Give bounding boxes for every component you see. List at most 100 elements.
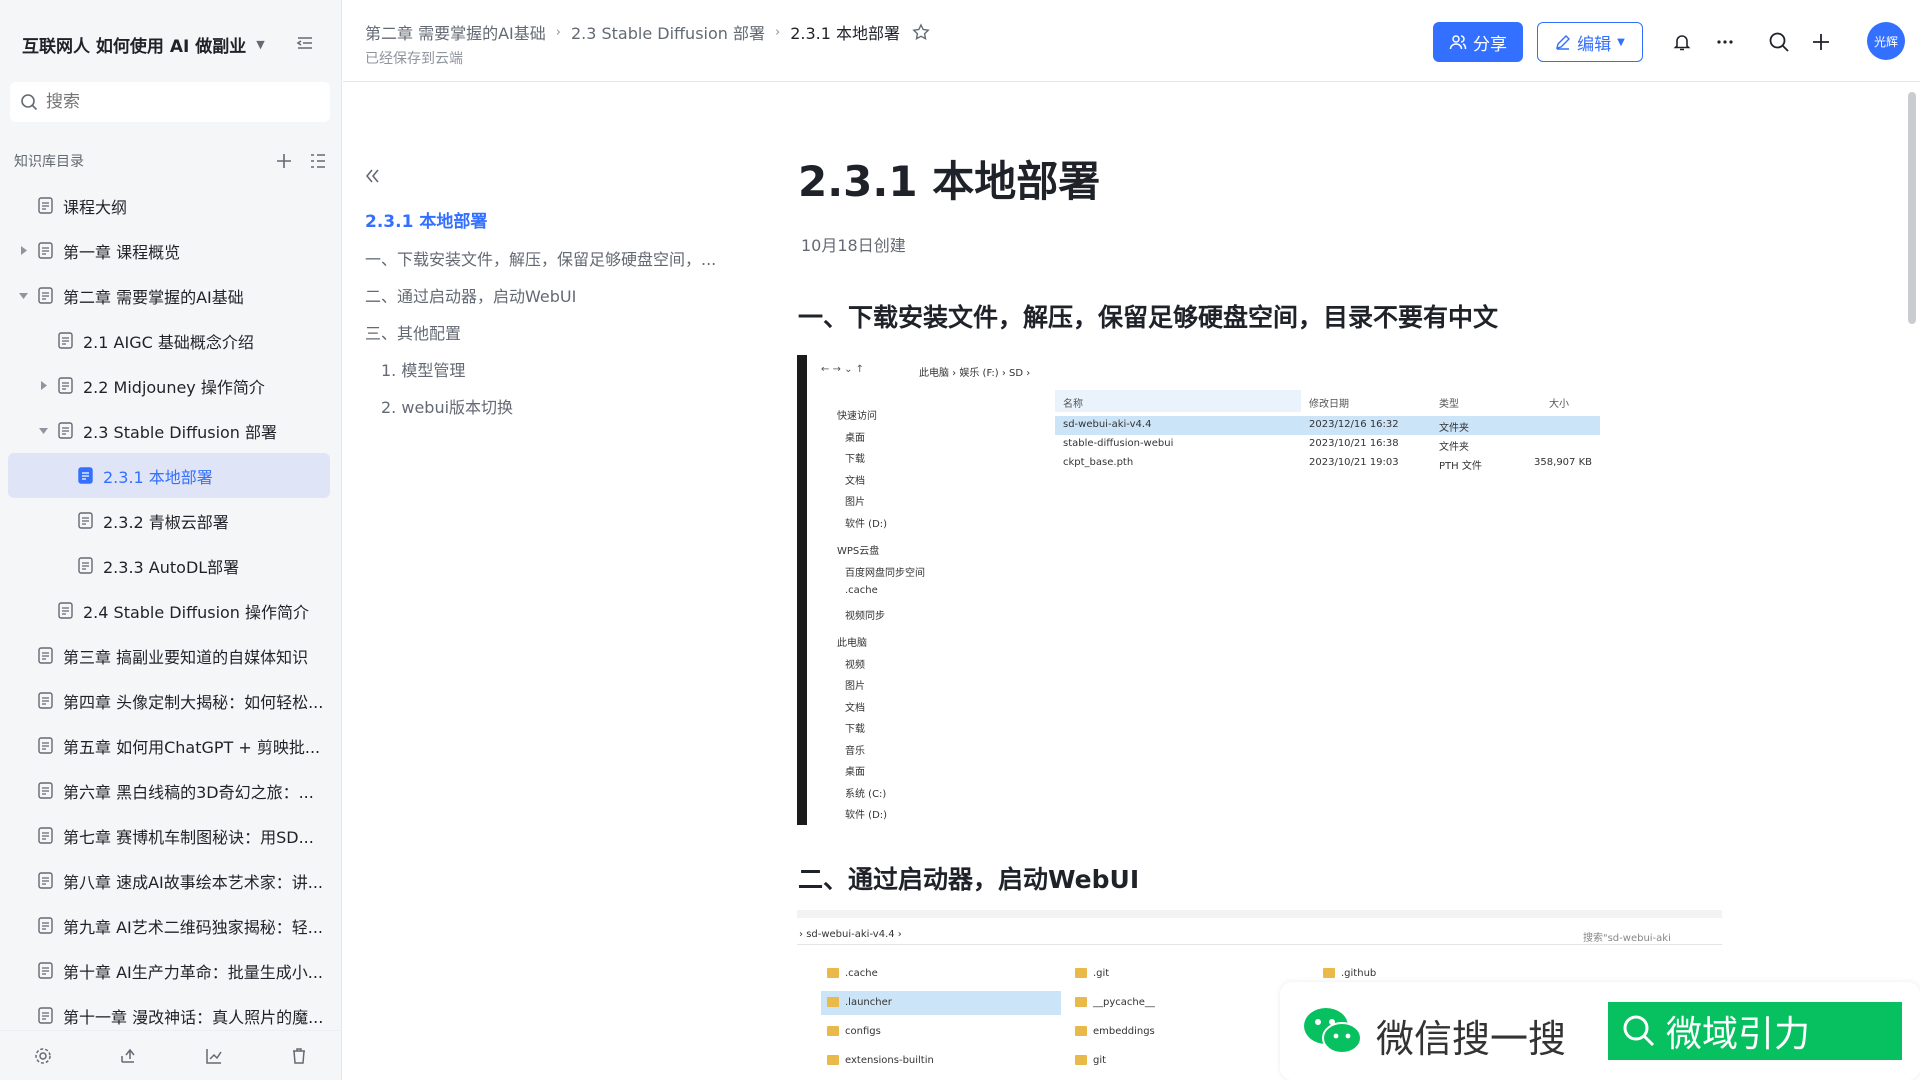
scrollbar[interactable]: [1908, 92, 1916, 324]
nav-pane-item[interactable]: 系统 (C:): [845, 785, 886, 800]
toc-item[interactable]: 二、通过启动器，启动WebUI: [365, 278, 725, 315]
sidebar-item[interactable]: 课程大纲: [8, 183, 330, 228]
nav-pane-item[interactable]: 文档: [845, 699, 865, 714]
column-header: 类型: [1439, 399, 1459, 410]
edit-button[interactable]: 编辑 ▼: [1537, 22, 1643, 62]
sidebar-item[interactable]: 2.3 Stable Diffusion 部署: [8, 408, 330, 453]
search-box[interactable]: [10, 82, 330, 122]
sidebar-item[interactable]: 2.3.3 AutoDL部署: [8, 543, 330, 588]
nav-pane-item[interactable]: 下载: [845, 720, 865, 735]
toc-item[interactable]: 2. webui版本切换: [365, 389, 725, 426]
file-name[interactable]: stable-diffusion-webui: [1063, 438, 1173, 449]
avatar[interactable]: 光辉: [1867, 22, 1905, 60]
nav-pane-item[interactable]: 软件 (D:): [845, 806, 887, 821]
table-of-contents: 2.3.1 本地部署 一、下载安装文件，解压，保留足够硬盘空间，... 二、通过启动…: [365, 204, 725, 426]
sidebar-item[interactable]: 第二章 需要掌握的AI基础: [8, 273, 330, 318]
share-out-icon[interactable]: [119, 1047, 137, 1065]
breadcrumb-item[interactable]: 第二章 需要掌握的AI基础: [365, 20, 546, 44]
knowledge-base-header[interactable]: 互联网人 如何使用 AI 做副业 ▼: [22, 30, 325, 58]
ribbon-strip: [797, 910, 1722, 918]
document-icon: [38, 242, 53, 259]
search-icon[interactable]: [1766, 29, 1792, 55]
explorer-search: 搜索"sd-webui-aki: [1583, 933, 1671, 944]
toc-item[interactable]: 1. 模型管理: [365, 352, 725, 389]
nav-pane-item[interactable]: 视频同步: [845, 607, 885, 622]
toc-item[interactable]: 一、下载安装文件，解压，保留足够硬盘空间，...: [365, 241, 725, 278]
nav-pane-item[interactable]: 此电脑: [837, 634, 867, 649]
search-input[interactable]: [46, 92, 306, 112]
breadcrumb-item[interactable]: 2.3 Stable Diffusion 部署: [571, 20, 765, 44]
sidebar-item[interactable]: 第十章 AI生产力革命：批量生成小...: [8, 948, 330, 993]
chevron-down-icon[interactable]: ▼: [256, 38, 264, 51]
add-icon[interactable]: [275, 152, 293, 170]
heading-section-1: 一、下载安装文件，解压，保留足够硬盘空间，目录不要有中文: [798, 303, 1499, 332]
folder-item[interactable]: configs: [827, 1026, 881, 1037]
document-icon: [38, 1007, 53, 1024]
caret-right-icon[interactable]: [38, 381, 48, 391]
share-button[interactable]: 分享: [1433, 22, 1523, 62]
sidebar-item[interactable]: 2.1 AIGC 基础概念介绍: [8, 318, 330, 363]
folder-item[interactable]: .github: [1323, 968, 1376, 979]
nav-pane-item[interactable]: 桌面: [845, 763, 865, 778]
plus-icon[interactable]: [1808, 29, 1834, 55]
sidebar-item[interactable]: 第八章 速成AI故事绘本艺术家：讲...: [8, 858, 330, 903]
bell-icon[interactable]: [1669, 29, 1695, 55]
sidebar-item[interactable]: 第四章 头像定制大揭秘：如何轻松...: [8, 678, 330, 723]
file-type: PTH 文件: [1439, 461, 1482, 472]
sidebar-item[interactable]: 2.2 Midjouney 操作简介: [8, 363, 330, 408]
nav-pane-item[interactable]: 软件 (D:): [845, 515, 887, 530]
analytics-icon[interactable]: [205, 1047, 223, 1065]
sidebar-item[interactable]: 2.3.1 本地部署: [8, 453, 330, 498]
sidebar-item[interactable]: 第六章 黑白线稿的3D奇幻之旅：...: [8, 768, 330, 813]
caret-down-icon[interactable]: [18, 291, 28, 301]
sidebar-item[interactable]: 第三章 搞副业要知道的自媒体知识: [8, 633, 330, 678]
folder-item[interactable]: embeddings: [1075, 1026, 1155, 1037]
star-icon[interactable]: [912, 23, 930, 41]
file-name[interactable]: sd-webui-aki-v4.4: [1063, 419, 1151, 430]
document-icon: [58, 377, 73, 394]
sidebar-item[interactable]: 2.3.2 青椒云部署: [8, 498, 330, 543]
nav-pane-item[interactable]: WPS云盘: [837, 542, 879, 557]
list-view-icon[interactable]: [309, 152, 327, 170]
sidebar-item[interactable]: 第一章 课程概览: [8, 228, 330, 273]
document-icon: [38, 827, 53, 844]
nav-pane-item[interactable]: 百度网盘同步空间: [845, 564, 925, 579]
folder-item[interactable]: extensions-builtin: [827, 1055, 934, 1066]
edit-label: 编辑: [1577, 34, 1612, 55]
folder-item[interactable]: git: [1075, 1055, 1106, 1066]
collapse-toc-icon[interactable]: [362, 166, 384, 188]
nav-pane-item[interactable]: 下载: [845, 450, 865, 465]
sidebar-item[interactable]: 第七章 赛博机车制图秘诀：用SD...: [8, 813, 330, 858]
nav-pane-item[interactable]: 图片: [845, 677, 865, 692]
sidebar-item[interactable]: 2.4 Stable Diffusion 操作简介: [8, 588, 330, 633]
collapse-sidebar-icon[interactable]: [295, 33, 317, 55]
file-date: 2023/10/21 19:03: [1309, 457, 1399, 468]
more-icon[interactable]: [1712, 29, 1738, 55]
folder-item[interactable]: .launcher: [827, 997, 892, 1008]
path-segment: sd-webui-aki-v4.4: [806, 929, 895, 940]
nav-pane-item[interactable]: 桌面: [845, 429, 865, 444]
sidebar-item-label: 2.4 Stable Diffusion 操作简介: [83, 602, 310, 622]
page-title: 2.3.1 本地部署: [798, 157, 1101, 206]
nav-pane-item[interactable]: .cache: [845, 585, 878, 596]
folder-item[interactable]: .cache: [827, 968, 878, 979]
nav-pane-item[interactable]: 视频: [845, 656, 865, 671]
nav-pane-item[interactable]: 音乐: [845, 742, 865, 757]
nav-pane-item[interactable]: 文档: [845, 472, 865, 487]
sidebar-item[interactable]: 第九章 AI艺术二维码独家揭秘：轻...: [8, 903, 330, 948]
caret-down-icon[interactable]: [38, 426, 48, 436]
trash-icon[interactable]: [290, 1047, 308, 1065]
caret-right-icon[interactable]: [18, 246, 28, 256]
sidebar-item[interactable]: 第五章 如何用ChatGPT + 剪映批...: [8, 723, 330, 768]
toc-item[interactable]: 2.3.1 本地部署: [365, 204, 725, 241]
column-header: 修改日期: [1309, 399, 1349, 410]
nav-pane-item[interactable]: 快速访问: [837, 407, 877, 422]
toc-item[interactable]: 三、其他配置: [365, 315, 725, 352]
folder-item[interactable]: __pycache__: [1075, 997, 1155, 1008]
settings-icon[interactable]: [34, 1047, 52, 1065]
nav-pane-item[interactable]: 图片: [845, 493, 865, 508]
folder-item[interactable]: .git: [1075, 968, 1109, 979]
knowledge-base-title[interactable]: 互联网人 如何使用 AI 做副业: [22, 32, 246, 57]
wechat-search-button[interactable]: 微域引力: [1608, 1002, 1902, 1060]
file-name[interactable]: ckpt_base.pth: [1063, 457, 1133, 468]
